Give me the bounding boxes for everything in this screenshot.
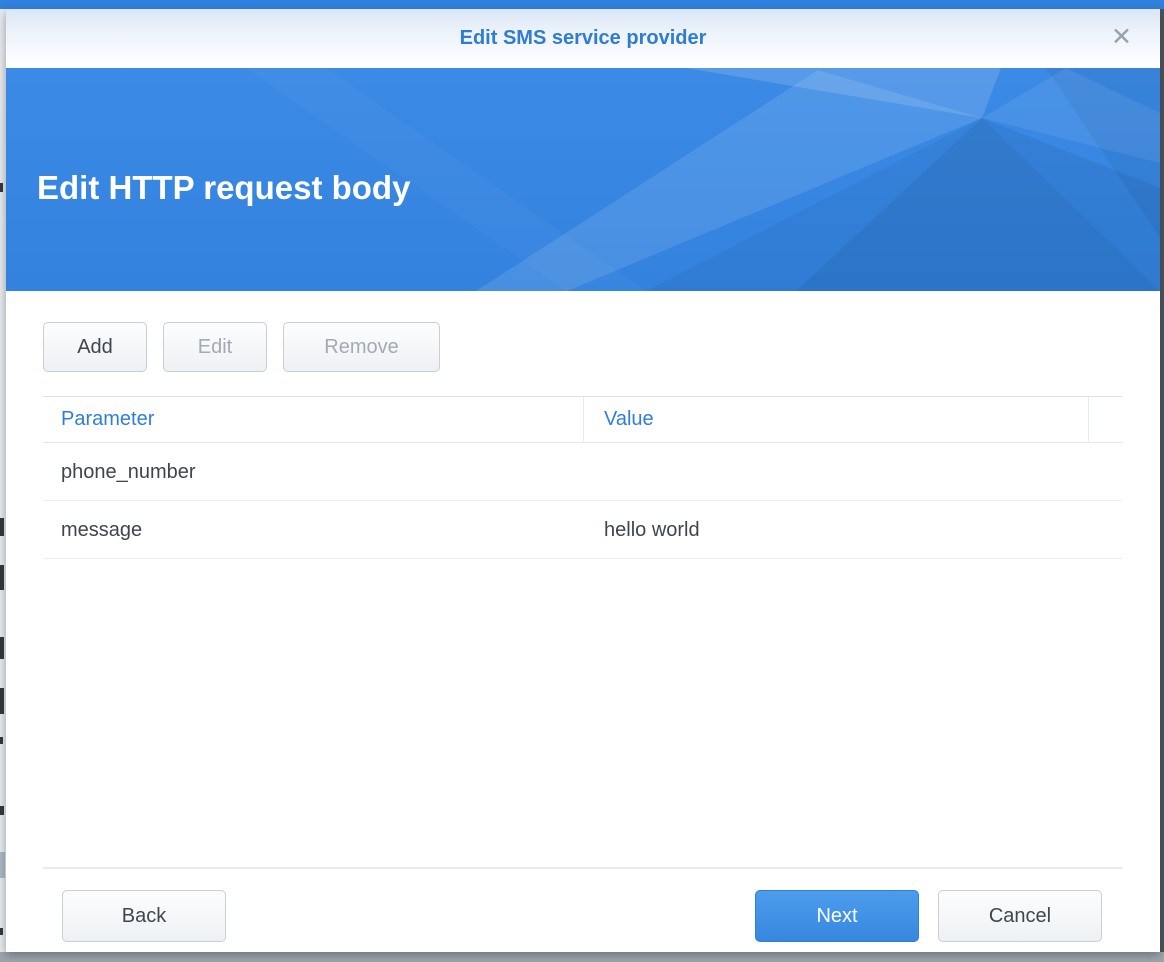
cell-value	[584, 443, 1089, 500]
edit-sms-provider-dialog: Edit SMS service provider ✕ Edit HTTP re…	[6, 9, 1160, 952]
table-row-phone-number[interactable]: phone_number	[43, 443, 1122, 501]
dialog-titlebar: Edit SMS service provider ✕	[6, 9, 1160, 68]
background-bottom-edge	[0, 952, 1164, 962]
cell-parameter: message	[43, 501, 584, 558]
dialog-title: Edit SMS service provider	[6, 9, 1160, 68]
edit-button[interactable]: Edit	[163, 322, 267, 372]
banner: Edit HTTP request body	[6, 68, 1160, 291]
column-header-value[interactable]: Value	[584, 397, 1089, 442]
cell-spacer	[1089, 443, 1122, 500]
remove-button[interactable]: Remove	[283, 322, 440, 372]
footer-separator	[43, 867, 1122, 869]
banner-title: Edit HTTP request body	[37, 169, 410, 207]
column-header-parameter[interactable]: Parameter	[43, 397, 584, 442]
dialog-edge-shadow	[1160, 9, 1164, 952]
toolbar: Add Edit Remove	[43, 322, 440, 372]
next-button[interactable]: Next	[755, 890, 919, 942]
background-top-bar	[0, 0, 1164, 9]
cancel-button[interactable]: Cancel	[938, 890, 1102, 942]
back-button[interactable]: Back	[62, 890, 226, 942]
cell-spacer	[1089, 501, 1122, 558]
table-header-row: Parameter Value	[43, 396, 1122, 443]
table-row-message[interactable]: message hello world	[43, 501, 1122, 559]
cell-value: hello world	[584, 501, 1089, 558]
close-icon[interactable]: ✕	[1111, 9, 1132, 66]
parameters-table: Parameter Value phone_number message hel…	[43, 396, 1122, 559]
column-header-spacer	[1089, 397, 1122, 442]
cell-parameter: phone_number	[43, 443, 584, 500]
add-button[interactable]: Add	[43, 322, 147, 372]
